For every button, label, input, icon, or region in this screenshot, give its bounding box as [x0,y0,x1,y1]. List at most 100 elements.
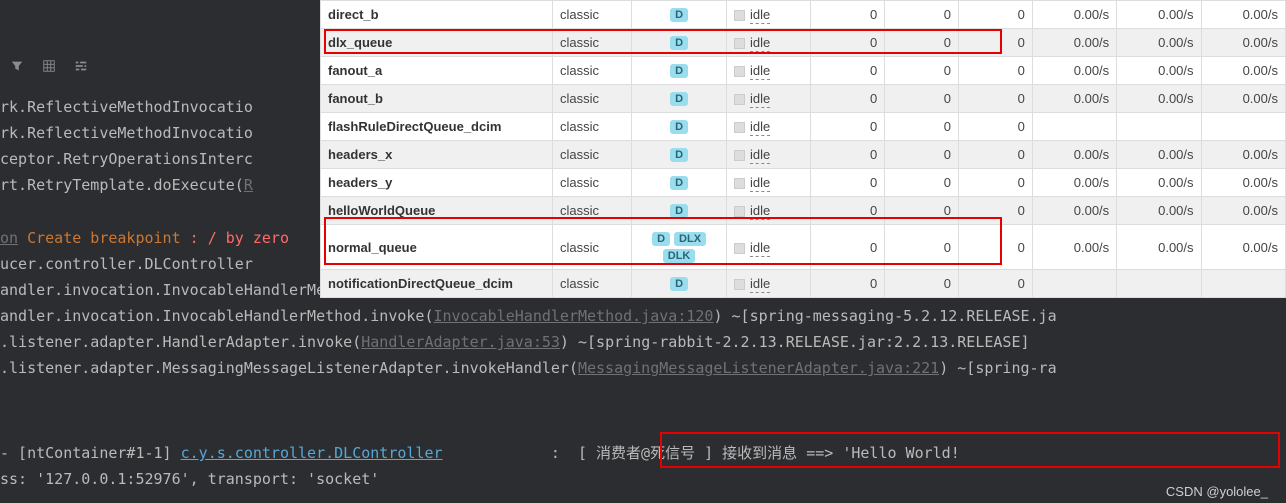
state-indicator-icon [734,150,745,161]
table-row[interactable]: fanout_bclassicDidle0000.00/s0.00/s0.00/… [321,85,1286,113]
watermark: CSDN @yololee_ [1166,484,1268,499]
filter-icon[interactable] [10,55,24,81]
queue-type-cell: classic [553,197,632,225]
queue-ack-cell: 0.00/s [1201,141,1285,169]
queue-features-cell: D [632,1,727,29]
queue-ack-cell: 0.00/s [1201,29,1285,57]
state-indicator-icon [734,279,745,290]
table-row[interactable]: headers_yclassicDidle0000.00/s0.00/s0.00… [321,169,1286,197]
log-line: ucer.controller.DLController [0,251,253,277]
feature-tag: D [670,92,688,106]
queue-features-cell: D [632,270,727,298]
queue-unacked-cell: 0 [885,1,959,29]
queue-incoming-cell: 0.00/s [1032,225,1116,270]
queue-unacked-cell: 0 [885,113,959,141]
queue-ack-cell: 0.00/s [1201,1,1285,29]
create-breakpoint-link[interactable]: Create breakpoint [18,229,190,247]
queue-name-cell[interactable]: direct_b [321,1,553,29]
queue-name-cell[interactable]: notificationDirectQueue_dcim [321,270,553,298]
queue-incoming-cell: 0.00/s [1032,1,1116,29]
table-row[interactable]: headers_xclassicDidle0000.00/s0.00/s0.00… [321,141,1286,169]
log-line: .listener.adapter.MessagingMessageListen… [0,355,1057,381]
queue-unacked-cell: 0 [885,85,959,113]
log-line: .listener.adapter.HandlerAdapter.invoke(… [0,329,1030,355]
state-indicator-icon [734,94,745,105]
queue-name-cell[interactable]: flashRuleDirectQueue_dcim [321,113,553,141]
settings-icon[interactable] [74,55,88,81]
queue-total-cell: 0 [959,85,1033,113]
queue-features-cell: D [632,113,727,141]
table-row[interactable]: dlx_queueclassicDidle0000.00/s0.00/s0.00… [321,29,1286,57]
table-row[interactable]: fanout_aclassicDidle0000.00/s0.00/s0.00/… [321,57,1286,85]
queue-ready-cell: 0 [811,113,885,141]
queue-ready-cell: 0 [811,197,885,225]
queue-total-cell: 0 [959,225,1033,270]
feature-tag: D [670,176,688,190]
table-row[interactable]: flashRuleDirectQueue_dcimclassicDidle000 [321,113,1286,141]
table-row[interactable]: notificationDirectQueue_dcimclassicDidle… [321,270,1286,298]
queue-total-cell: 0 [959,169,1033,197]
feature-tag: D [652,232,670,246]
log-line: on Create breakpoint : / by zero [0,225,289,251]
queue-type-cell: classic [553,85,632,113]
queue-total-cell: 0 [959,270,1033,298]
queue-state-cell: idle [727,169,811,197]
queue-state-cell: idle [727,141,811,169]
queue-unacked-cell: 0 [885,141,959,169]
queue-deliver-cell: 0.00/s [1117,141,1201,169]
queue-deliver-cell [1117,270,1201,298]
feature-tag: D [670,277,688,291]
feature-tag: D [670,148,688,162]
queue-ack-cell: 0.00/s [1201,225,1285,270]
queue-ack-cell: 0.00/s [1201,57,1285,85]
queue-deliver-cell: 0.00/s [1117,57,1201,85]
queue-incoming-cell: 0.00/s [1032,169,1116,197]
source-link[interactable]: MessagingMessageListenerAdapter.java:221 [578,359,939,377]
queue-state-cell: idle [727,113,811,141]
queue-name-cell[interactable]: dlx_queue [321,29,553,57]
queue-incoming-cell: 0.00/s [1032,197,1116,225]
queue-name-cell[interactable]: fanout_b [321,85,553,113]
queue-total-cell: 0 [959,29,1033,57]
exception-link[interactable]: on [0,229,18,247]
queue-deliver-cell: 0.00/s [1117,1,1201,29]
queue-incoming-cell [1032,113,1116,141]
queue-unacked-cell: 0 [885,29,959,57]
log-line: rk.ReflectiveMethodInvocatio [0,120,253,146]
queue-ready-cell: 0 [811,85,885,113]
queue-name-cell[interactable]: fanout_a [321,57,553,85]
queue-type-cell: classic [553,29,632,57]
queue-unacked-cell: 0 [885,270,959,298]
table-icon[interactable] [42,55,56,81]
queue-unacked-cell: 0 [885,197,959,225]
queue-type-cell: classic [553,169,632,197]
queue-state-cell: idle [727,197,811,225]
queue-unacked-cell: 0 [885,225,959,270]
queue-name-cell[interactable]: headers_x [321,141,553,169]
queue-state-cell: idle [727,85,811,113]
table-row[interactable]: helloWorldQueueclassicDidle0000.00/s0.00… [321,197,1286,225]
feature-tag: D [670,36,688,50]
queue-incoming-cell: 0.00/s [1032,57,1116,85]
queue-ready-cell: 0 [811,169,885,197]
queue-name-cell[interactable]: normal_queue [321,225,553,270]
queue-state-cell: idle [727,29,811,57]
queue-total-cell: 0 [959,141,1033,169]
ide-toolbar [10,55,88,81]
table-row[interactable]: normal_queueclassicDDLXDLKidle0000.00/s0… [321,225,1286,270]
state-indicator-icon [734,206,745,217]
source-link[interactable]: InvocableHandlerMethod.java:120 [433,307,713,325]
queue-total-cell: 0 [959,57,1033,85]
queue-name-cell[interactable]: headers_y [321,169,553,197]
queue-ack-cell: 0.00/s [1201,197,1285,225]
queue-name-cell[interactable]: helloWorldQueue [321,197,553,225]
source-link[interactable]: HandlerAdapter.java:53 [361,333,560,351]
queue-type-cell: classic [553,270,632,298]
log-line: rk.ReflectiveMethodInvocatio [0,94,253,120]
table-row[interactable]: direct_bclassicDidle0000.00/s0.00/s0.00/… [321,1,1286,29]
queue-type-cell: classic [553,141,632,169]
queue-ready-cell: 0 [811,141,885,169]
rabbitmq-queues-table: direct_bclassicDidle0000.00/s0.00/s0.00/… [320,0,1286,298]
queue-features-cell: D [632,197,727,225]
state-indicator-icon [734,178,745,189]
